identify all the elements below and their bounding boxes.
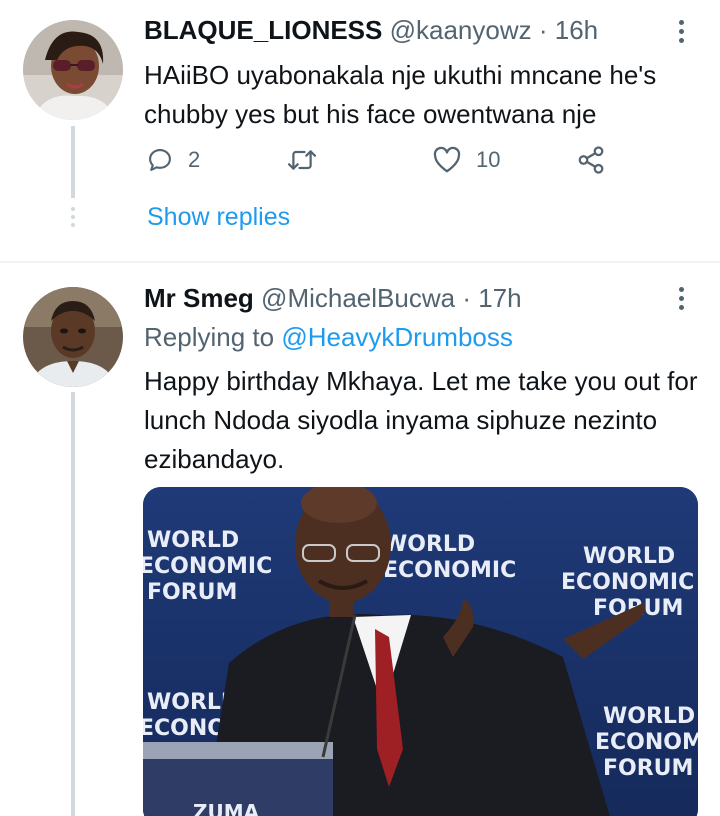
- backdrop-text: ECONOMIC: [561, 570, 694, 595]
- tweet-1[interactable]: BLAQUE_LIONESS @kaanyowz · 16h HAiiBO uy…: [0, 0, 720, 262]
- retweet-icon: [286, 146, 318, 174]
- backdrop-text: WORLD: [603, 704, 695, 729]
- backdrop-text: ECONOMIC: [143, 554, 272, 579]
- backdrop-text: ECONOMIC: [595, 730, 698, 755]
- reply-count: 2: [188, 147, 201, 172]
- reply-icon: [146, 146, 174, 174]
- thread-line: [71, 126, 75, 198]
- like-count: 10: [476, 147, 501, 172]
- replying-to-handle[interactable]: @HeavykDrumboss: [281, 322, 513, 352]
- tweet-header: BLAQUE_LIONESS @kaanyowz · 16h: [144, 15, 598, 45]
- display-name[interactable]: Mr Smeg: [144, 283, 254, 313]
- retweet-button[interactable]: [286, 140, 318, 180]
- tweet-text: HAiiBO uyabonakala nje ukuthi mncane he'…: [144, 60, 657, 129]
- show-replies-link[interactable]: Show replies: [147, 203, 290, 232]
- more-icon[interactable]: [676, 287, 686, 314]
- timestamp[interactable]: 17h: [478, 283, 521, 313]
- separator-dot: ·: [462, 283, 471, 313]
- thread-dots: [69, 207, 77, 231]
- like-icon: [432, 146, 462, 174]
- user-handle[interactable]: @MichaelBucwa: [261, 283, 455, 313]
- backdrop-text: WORLD: [383, 532, 475, 557]
- thread-line: [71, 392, 75, 816]
- separator-dot: ·: [538, 15, 548, 45]
- backdrop-text: ECONOMIC: [383, 558, 516, 583]
- share-icon: [576, 145, 606, 175]
- backdrop-text: WORLD: [583, 544, 675, 569]
- replying-to-label: Replying to: [144, 322, 275, 352]
- backdrop-text: FORUM: [147, 580, 237, 605]
- tweet-header: Mr Smeg @MichaelBucwa · 17h: [144, 283, 522, 313]
- backdrop-text: WORLD: [147, 528, 239, 553]
- more-icon[interactable]: [676, 20, 686, 47]
- user-handle[interactable]: @kaanyowz: [390, 15, 532, 45]
- tweet-divider: [0, 261, 720, 263]
- like-button[interactable]: 10: [432, 140, 500, 180]
- share-button[interactable]: [576, 140, 606, 180]
- timestamp[interactable]: 16h: [555, 15, 598, 45]
- avatar-blaque-lioness[interactable]: [23, 20, 123, 120]
- reply-button[interactable]: 2: [146, 140, 200, 180]
- backdrop-text: FORUM: [603, 756, 693, 781]
- tweet-media-photo[interactable]: WORLD ECONOMIC FORUM WORLD ECONOMIC WORL…: [143, 487, 698, 816]
- nameplate-text: ZUMA: [193, 800, 260, 816]
- tweet-text: Happy birthday Mkhaya. Let me take you o…: [144, 366, 698, 474]
- replying-to: Replying to @HeavykDrumboss: [144, 322, 513, 352]
- tweet-actions: 2 10: [144, 140, 624, 180]
- display-name[interactable]: BLAQUE_LIONESS: [144, 15, 382, 45]
- avatar-mr-smeg[interactable]: [23, 287, 123, 387]
